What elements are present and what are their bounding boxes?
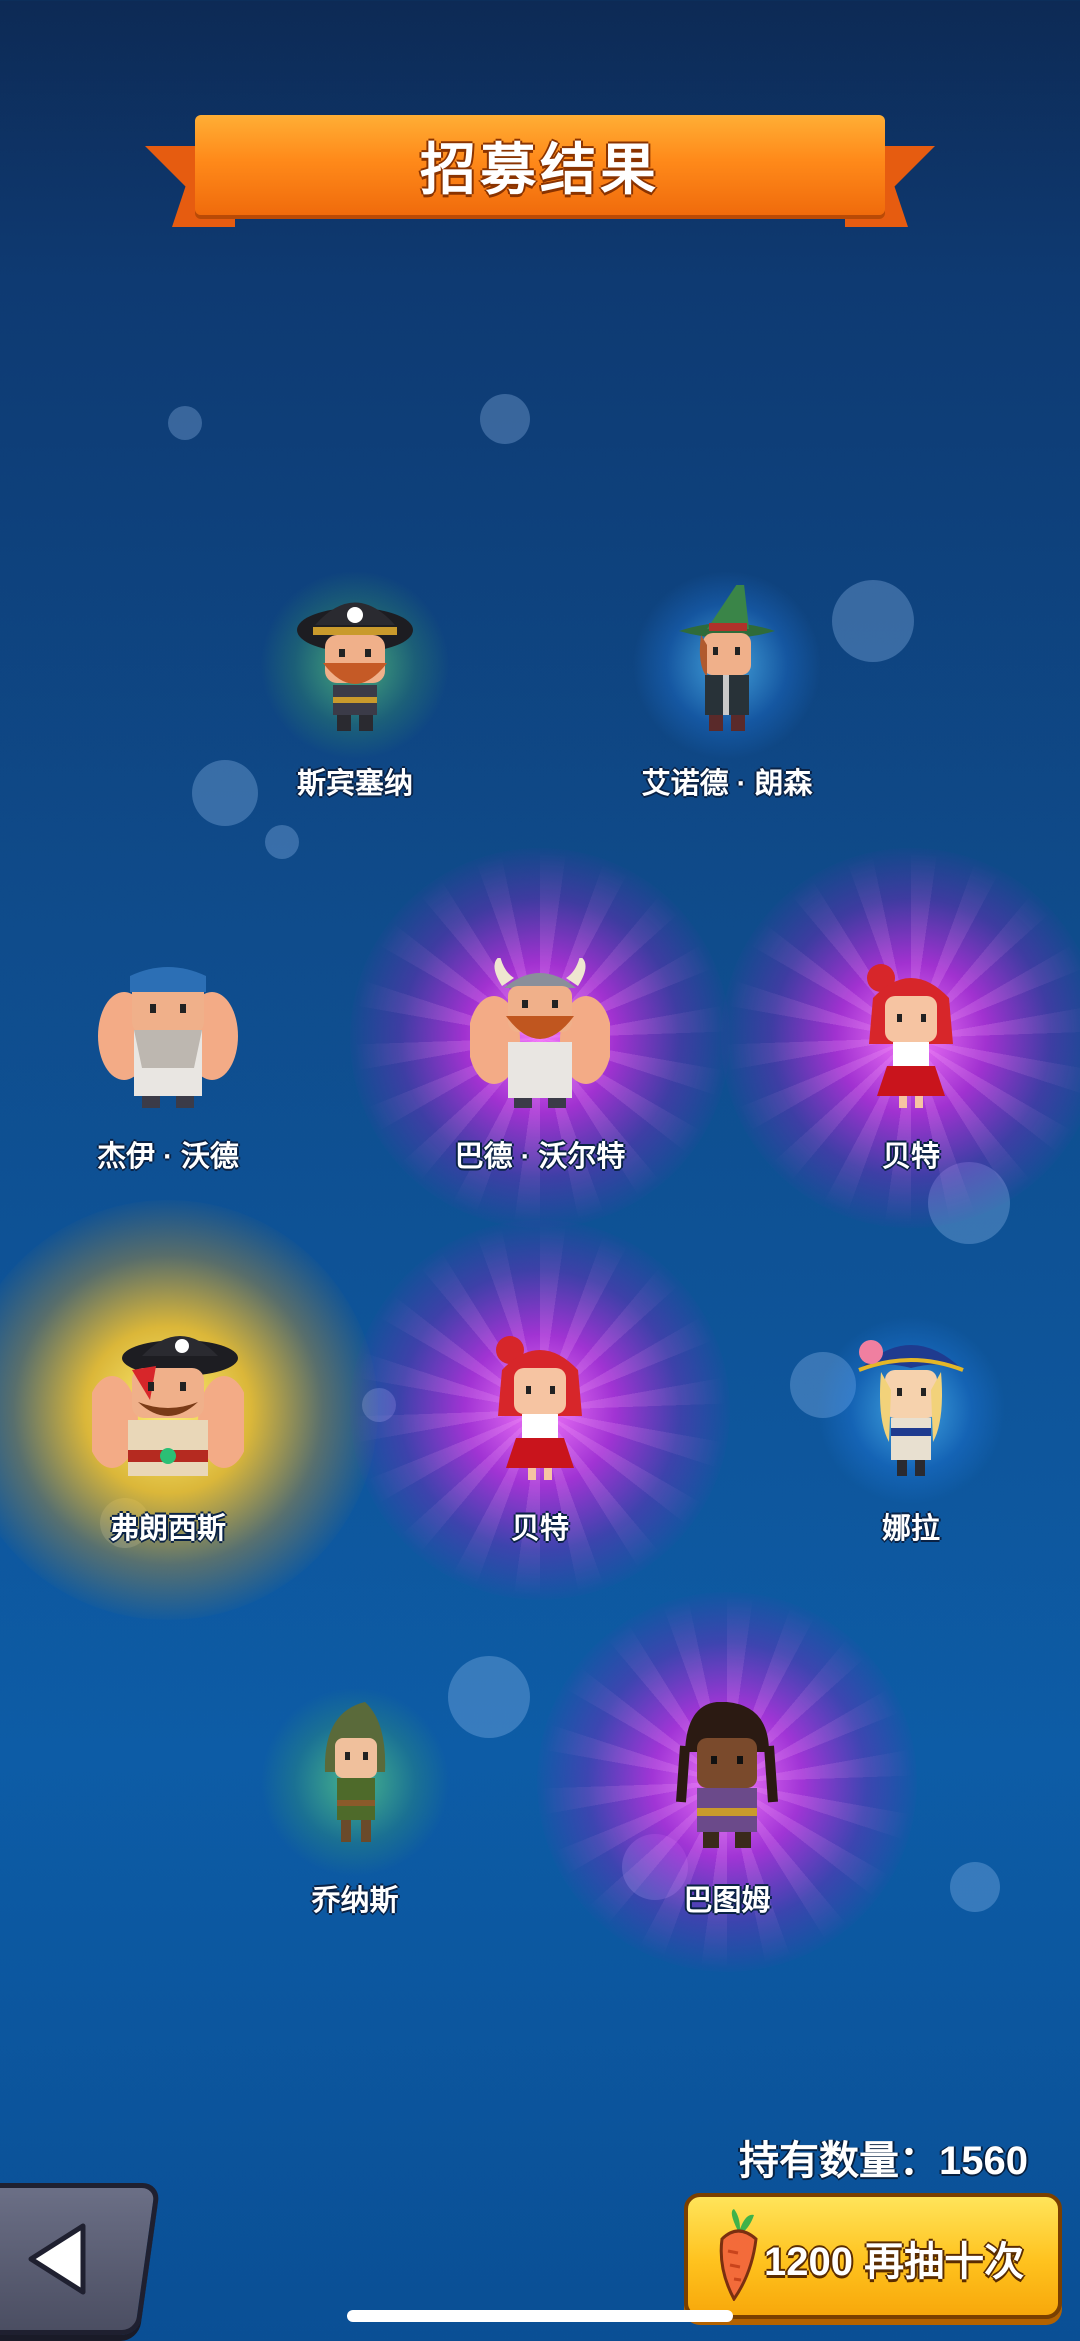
character-name: 贝特 <box>881 1141 940 1173</box>
recruit-result-card[interactable]: 杰伊 · 沃德 <box>38 918 298 1218</box>
back-arrow-icon <box>28 2223 86 2295</box>
character-name: 贝特 <box>510 1513 569 1545</box>
recruit-result-card[interactable]: 贝特 <box>350 1220 730 1600</box>
bubble-decoration <box>480 394 530 444</box>
sailor-brute-icon <box>98 967 238 1108</box>
draw-ten-again-button[interactable]: 1200 再抽十次 <box>684 2193 1062 2319</box>
character-name: 娜拉 <box>881 1513 940 1545</box>
character-name: 杰伊 · 沃德 <box>97 1141 239 1173</box>
character-name: 乔纳斯 <box>311 1885 399 1917</box>
character-name: 巴德 · 沃尔特 <box>454 1141 626 1173</box>
witch-hat-hero-icon <box>679 585 775 731</box>
recruit-result-card[interactable]: 贝特 <box>721 848 1080 1228</box>
pirate-brute-icon <box>92 1336 244 1476</box>
bubble-decoration <box>950 1862 1000 1912</box>
bubble-decoration <box>168 406 202 440</box>
viking-brute-icon <box>470 958 610 1108</box>
red-hair-girl-icon <box>867 964 953 1108</box>
character-name: 巴图姆 <box>683 1885 771 1917</box>
recruit-result-card[interactable]: 弗朗西斯 <box>0 1200 378 1620</box>
character-name: 斯宾塞纳 <box>296 768 413 800</box>
hooded-scout-icon <box>324 1702 386 1842</box>
page-title: 招募结果 <box>420 137 660 201</box>
pirate-captain-icon <box>297 602 413 731</box>
back-button[interactable] <box>0 2183 161 2335</box>
tricorn-girl-icon <box>857 1338 965 1478</box>
recruit-result-card[interactable]: 乔纳斯 <box>225 1662 485 1962</box>
banner-body: 招募结果 <box>195 115 885 215</box>
recruit-result-card[interactable]: 娜拉 <box>781 1290 1041 1590</box>
character-name: 艾诺德 · 朗森 <box>641 768 813 800</box>
recruit-result-card[interactable]: 斯宾塞纳 <box>225 545 485 845</box>
recruit-result-card[interactable]: 艾诺德 · 朗森 <box>597 545 857 845</box>
title-banner: 招募结果 <box>145 115 935 235</box>
character-name: 弗朗西斯 <box>109 1513 226 1545</box>
dreadlock-hero-icon <box>657 1702 797 1852</box>
recruit-result-card[interactable]: 巴德 · 沃尔特 <box>350 848 730 1228</box>
recruit-result-card[interactable]: 巴图姆 <box>537 1592 917 1972</box>
red-hair-girl-icon <box>496 1336 582 1480</box>
draw-again-label: 1200 再抽十次 <box>764 2240 1025 2284</box>
owned-count: 持有数量：1560 <box>739 2139 1028 2183</box>
carrot-icon <box>719 2209 758 2301</box>
home-indicator[interactable] <box>347 2310 733 2322</box>
